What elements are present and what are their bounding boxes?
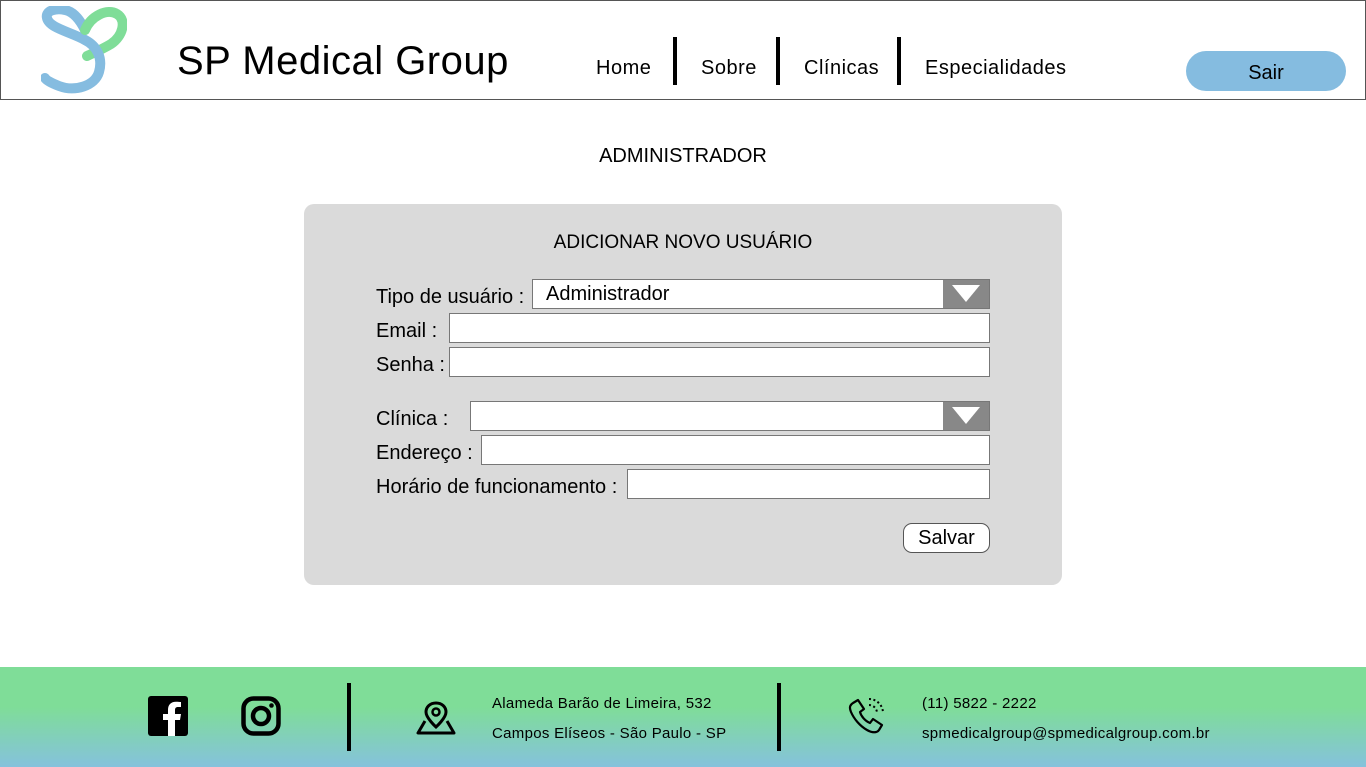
chevron-down-icon [952, 407, 980, 424]
address-line2: Campos Elíseos - São Paulo - SP [492, 725, 727, 742]
footer-divider [777, 683, 781, 751]
nav-home[interactable]: Home [596, 57, 651, 80]
clinic-select[interactable] [470, 401, 990, 431]
sp-heart-logo[interactable] [41, 6, 127, 96]
new-user-form: ADICIONAR NOVO USUÁRIO Tipo de usuário :… [304, 204, 1062, 585]
dropdown-arrow[interactable] [943, 402, 989, 430]
hours-label: Horário de funcionamento : [376, 476, 618, 498]
address-line1: Alameda Barão de Limeira, 532 [492, 695, 712, 712]
nav-clinicas[interactable]: Clínicas [804, 57, 879, 80]
nav-divider [776, 37, 780, 85]
hours-field[interactable] [627, 469, 990, 499]
clinic-label: Clínica : [376, 408, 449, 430]
user-type-select[interactable]: Administrador [532, 279, 990, 309]
site-footer: Alameda Barão de Limeira, 532 Campos Elí… [0, 667, 1366, 767]
phone-icon [848, 698, 884, 734]
password-field[interactable] [449, 347, 990, 377]
chevron-down-icon [952, 285, 980, 302]
password-label: Senha : [376, 354, 445, 376]
address-field[interactable] [481, 435, 990, 465]
nav-divider [673, 37, 677, 85]
save-button[interactable]: Salvar [903, 523, 990, 553]
map-pin-icon [416, 701, 456, 735]
contact-email[interactable]: spmedicalgroup@spmedicalgroup.com.br [922, 725, 1210, 742]
email-field[interactable] [449, 313, 990, 343]
form-title: ADICIONAR NOVO USUÁRIO [553, 232, 813, 253]
brand-name: SP Medical Group [177, 39, 509, 83]
nav-especialidades[interactable]: Especialidades [925, 57, 1067, 80]
email-label: Email : [376, 320, 438, 342]
site-header: SP Medical Group Home Sobre Clínicas Esp… [0, 0, 1366, 100]
page-title: ADMINISTRADOR [599, 145, 767, 167]
footer-divider [347, 683, 351, 751]
address-label: Endereço : [376, 442, 473, 464]
dropdown-arrow[interactable] [943, 280, 989, 308]
user-type-label: Tipo de usuário : [376, 286, 525, 308]
facebook-icon[interactable] [148, 696, 188, 736]
phone-number: (11) 5822 - 2222 [922, 695, 1037, 712]
nav-divider [897, 37, 901, 85]
nav-sobre[interactable]: Sobre [701, 57, 757, 80]
logout-button[interactable]: Sair [1186, 51, 1346, 91]
user-type-value: Administrador [546, 283, 670, 305]
instagram-icon[interactable] [241, 696, 281, 736]
